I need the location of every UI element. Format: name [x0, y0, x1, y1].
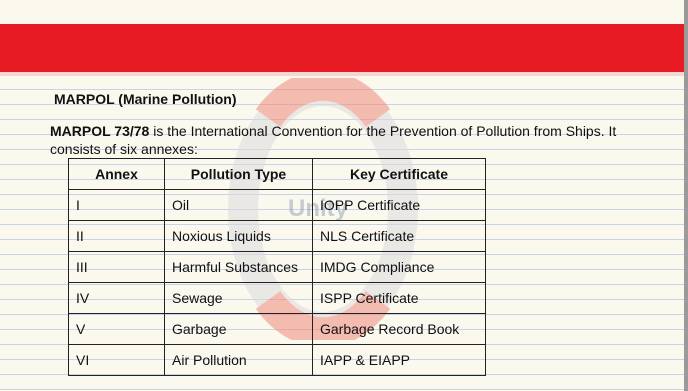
annex-cell: IV — [68, 282, 165, 314]
certificate-cell: Garbage Record Book — [312, 313, 486, 345]
intro-paragraph: MARPOL 73/78 is the International Conven… — [50, 122, 670, 158]
header-annex: Annex — [68, 158, 165, 190]
annex-cell: III — [68, 251, 165, 283]
table-header-row: Annex Pollution Type Key Certificate — [68, 158, 486, 190]
certificate-cell: IMDG Compliance — [312, 251, 486, 283]
pollution-type-cell: Air Pollution — [164, 344, 313, 376]
annex-table: Annex Pollution Type Key Certificate I O… — [68, 158, 486, 376]
table-row: II Noxious Liquids NLS Certificate — [68, 220, 486, 252]
top-strip — [0, 0, 688, 24]
header-band — [0, 24, 688, 72]
table-row: VI Air Pollution IAPP & EIAPP — [68, 344, 486, 376]
certificate-cell: ISPP Certificate — [312, 282, 486, 314]
pollution-type-cell: Harmful Substances — [164, 251, 313, 283]
table-row: I Oil IOPP Certificate — [68, 189, 486, 221]
page-title: MARPOL (Marine Pollution) — [54, 91, 237, 107]
intro-bold: MARPOL 73/78 — [50, 123, 150, 139]
certificate-cell: IOPP Certificate — [312, 189, 486, 221]
pollution-type-cell: Noxious Liquids — [164, 220, 313, 252]
pollution-type-cell: Garbage — [164, 313, 313, 345]
annex-cell: II — [68, 220, 165, 252]
annex-cell: I — [68, 189, 165, 221]
header-band-shadow — [0, 72, 688, 76]
certificate-cell: NLS Certificate — [312, 220, 486, 252]
right-scroll-edge — [684, 0, 688, 391]
table-row: IV Sewage ISPP Certificate — [68, 282, 486, 314]
pollution-type-cell: Oil — [164, 189, 313, 221]
pollution-type-cell: Sewage — [164, 282, 313, 314]
annex-cell: VI — [68, 344, 165, 376]
certificate-cell: IAPP & EIAPP — [312, 344, 486, 376]
table-row: V Garbage Garbage Record Book — [68, 313, 486, 345]
header-key-certificate: Key Certificate — [312, 158, 486, 190]
table-row: III Harmful Substances IMDG Compliance — [68, 251, 486, 283]
annex-cell: V — [68, 313, 165, 345]
header-pollution-type: Pollution Type — [164, 158, 313, 190]
